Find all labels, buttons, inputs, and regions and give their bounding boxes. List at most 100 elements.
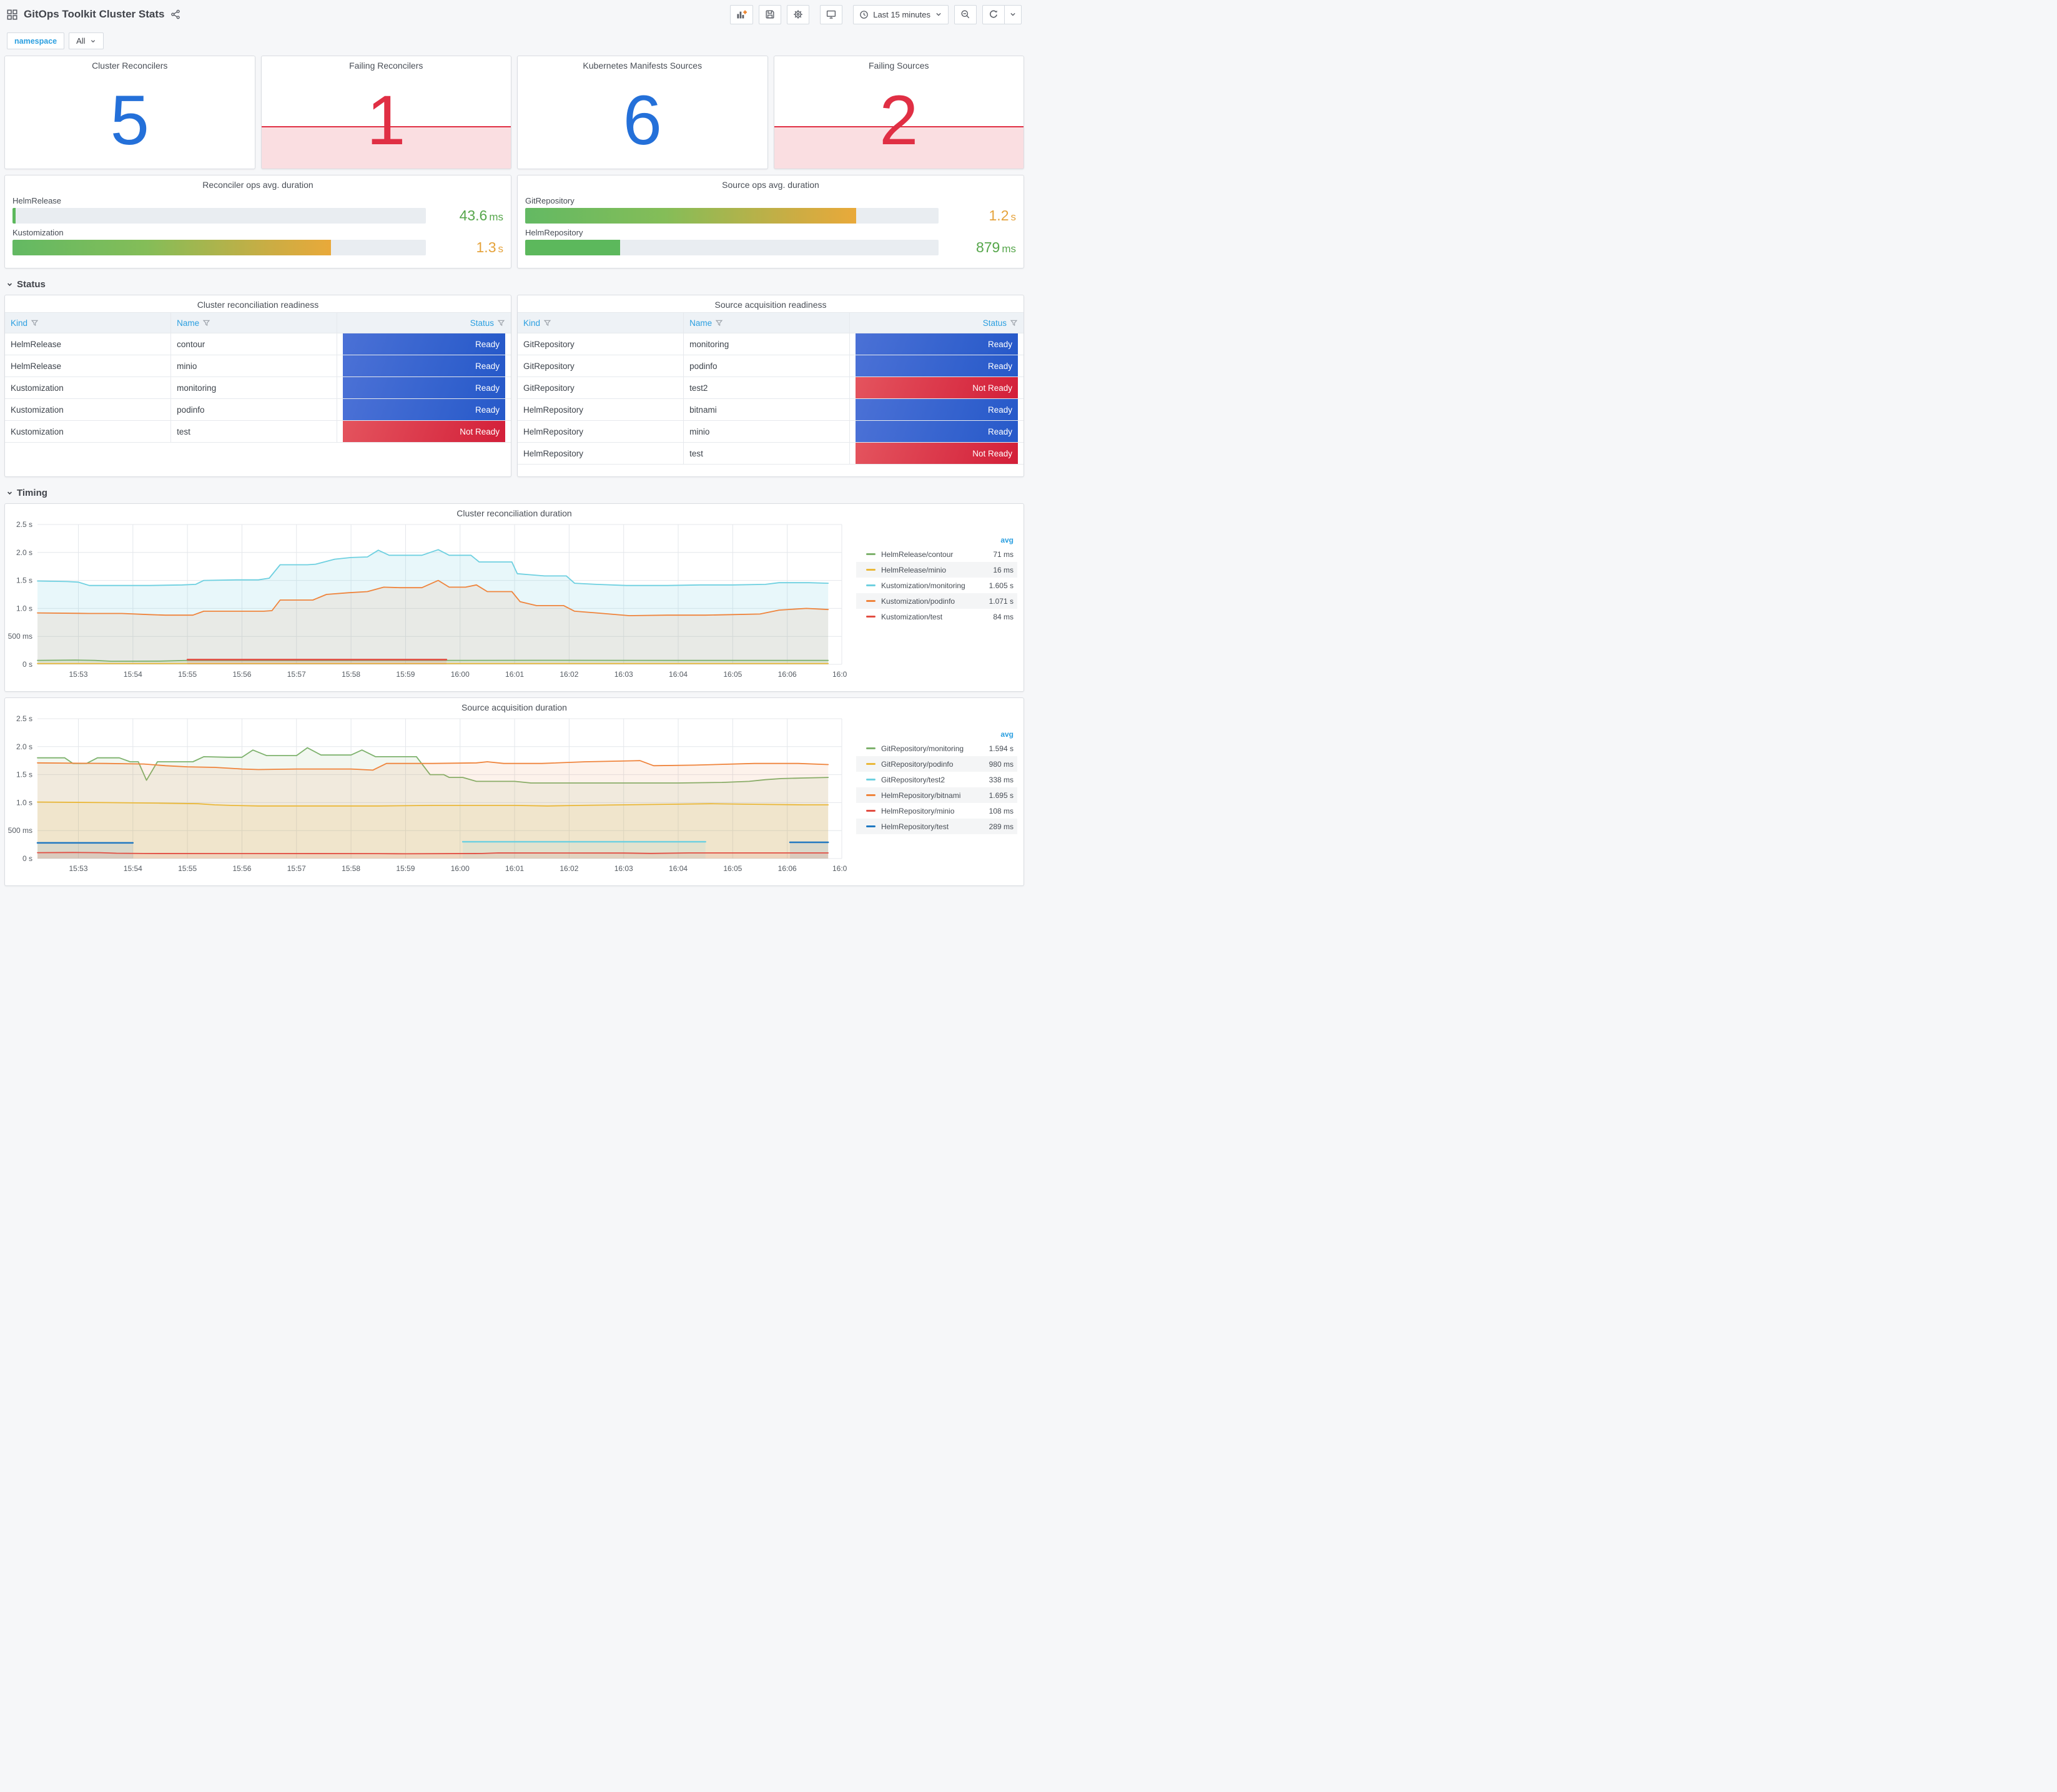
variable-value-dropdown[interactable]: All [69,32,104,49]
x-axis-tick: 16:04 [669,670,688,679]
cell-name: monitoring [170,377,337,399]
legend-series-name: GitRepository/test2 [881,775,945,784]
legend-item[interactable]: GitRepository/monitoring 1.594 s [856,741,1017,756]
column-header-name[interactable]: Name [170,312,337,333]
y-axis-tick: 2.5 s [16,520,32,529]
zoom-out-time-button[interactable] [954,4,977,24]
legend-avg-header[interactable]: avg [856,729,1017,741]
gauge-track [525,208,939,224]
gauge-panel: Source ops avg. duration GitRepository 1.2… [517,175,1024,268]
legend-series-avg: 1.594 s [989,744,1014,753]
gauge-panel-title[interactable]: Source ops avg. duration [518,175,1024,191]
x-axis-tick: 16:03 [614,864,633,873]
table-row: GitRepository test2 Not Ready [518,377,1024,399]
gauge-body: GitRepository 1.2 s HelmRepository 879 ms [518,191,1024,256]
legend-item[interactable]: HelmRepository/bitnami 1.695 s [856,787,1017,803]
timing-charts: Cluster reconciliation duration 0 s 500 ms… [4,503,1024,886]
gauge-row: 879 ms [525,239,1016,256]
chart-body: 0 s 500 ms 1.0 s 1.5 s 2.0 s 2.5 s 15:53 15:54 1… [5,714,1024,878]
legend-item[interactable]: Kustomization/podinfo 1.071 s [856,593,1017,609]
table-row: GitRepository monitoring Ready [518,333,1024,355]
legend-avg-header[interactable]: avg [856,534,1017,546]
y-axis-tick: 2.0 s [16,742,32,751]
series-color-dash [866,616,876,618]
y-axis-tick: 1.5 s [16,576,32,585]
gauge-value-unit: s [1010,211,1017,223]
legend-series-name: GitRepository/monitoring [881,744,964,753]
stat-panel-title[interactable]: Failing Reconcilers [262,56,511,72]
y-axis-tick: 500 ms [8,826,32,835]
status-badge: Ready [855,355,1018,377]
column-header-label: Kind [523,318,541,328]
legend-item[interactable]: HelmRelease/contour 71 ms [856,546,1017,562]
table-panel-title[interactable]: Cluster reconciliation readiness [5,295,511,311]
cycle-view-mode-button[interactable] [820,4,843,24]
legend-item[interactable]: Kustomization/test 84 ms [856,609,1017,624]
share-icon[interactable] [170,9,180,19]
table-panel-title[interactable]: Source acquisition readiness [518,295,1024,311]
readiness-table-panel: Source acquisition readiness Kind Name Stat… [517,295,1024,477]
refresh-interval-dropdown[interactable] [1005,4,1022,24]
gauge-value-number: 1.3 [476,239,496,255]
chart-title[interactable]: Cluster reconciliation duration [5,504,1024,519]
legend-series-avg: 338 ms [989,775,1014,784]
cell-kind: GitRepository [518,355,684,377]
table-header: Kind Name Status [5,312,511,333]
x-axis-tick: 16:07 [832,670,847,679]
chart-title[interactable]: Source acquisition duration [5,698,1024,714]
gauge-fill [525,240,621,255]
apps-grid-icon[interactable] [7,9,17,20]
stat-value: 2 [879,81,919,159]
legend-item[interactable]: HelmRepository/test 289 ms [856,819,1017,834]
add-panel-button[interactable] [730,4,754,24]
chart-plot-area[interactable]: 0 s 500 ms 1.0 s 1.5 s 2.0 s 2.5 s 15:53 15:54 1… [5,519,856,684]
legend-item[interactable]: GitRepository/podinfo 980 ms [856,756,1017,772]
legend-item[interactable]: Kustomization/monitoring 1.605 s [856,578,1017,593]
refresh-button[interactable] [982,4,1005,24]
x-axis-tick: 15:56 [232,864,251,873]
chevron-down-icon [935,11,942,18]
time-range-picker[interactable]: Last 15 minutes [853,4,949,24]
x-axis-tick: 15:54 [124,864,142,873]
section-header-timing[interactable]: Timing [4,483,1024,503]
gauge-row-label: Kustomization [12,228,64,237]
chart-legend: avg GitRepository/monitoring 1.594 s GitRep… [856,714,1024,878]
gauge-panels-row: Reconciler ops avg. duration HelmRelease 4… [4,175,1024,268]
table-row: HelmRepository bitnami Ready [518,398,1024,421]
legend-item[interactable]: HelmRepository/minio 108 ms [856,803,1017,819]
readiness-table-panel: Cluster reconciliation readiness Kind Name… [4,295,511,477]
column-header-kind[interactable]: Kind [5,312,172,333]
save-icon [765,9,775,19]
x-axis-tick: 16:02 [560,670,578,679]
x-axis-tick: 15:55 [178,864,197,873]
stat-panel-title[interactable]: Cluster Reconcilers [5,56,255,72]
dashboard-settings-button[interactable] [787,4,810,24]
x-axis-tick: 16:05 [723,864,742,873]
legend-item[interactable]: HelmRelease/minio 16 ms [856,562,1017,578]
status-badge: Ready [342,399,505,420]
page-title: GitOps Toolkit Cluster Stats [24,8,165,20]
legend-item[interactable]: GitRepository/test2 338 ms [856,772,1017,787]
column-header-kind[interactable]: Kind [518,312,684,333]
save-dashboard-button[interactable] [759,4,782,24]
legend-series-avg: 289 ms [989,822,1014,831]
column-header-status[interactable]: Status [337,312,511,333]
x-axis-tick: 15:53 [69,864,87,873]
stat-panel: Failing Reconcilers 1 [260,56,511,169]
y-axis-tick: 0 s [22,854,32,863]
cell-name: test [683,442,850,465]
section-header-status[interactable]: Status [4,274,1024,295]
chart-svg: 0 s 500 ms 1.0 s 1.5 s 2.0 s 2.5 s 15:53 15:54 1… [8,520,852,679]
gauge-panel-title[interactable]: Reconciler ops avg. duration [5,175,511,191]
x-axis-tick: 16:00 [451,670,470,679]
y-axis-tick: 500 ms [8,632,32,641]
column-header-name[interactable]: Name [683,312,850,333]
column-header-status[interactable]: Status [849,312,1024,333]
series-color-dash [866,779,876,780]
cell-status: Ready [337,355,511,377]
stat-panel-title[interactable]: Failing Sources [774,56,1024,72]
series-color-dash [866,569,876,571]
chart-plot-area[interactable]: 0 s 500 ms 1.0 s 1.5 s 2.0 s 2.5 s 15:53 15:54 1… [5,714,856,878]
stat-panel-title[interactable]: Kubernetes Manifests Sources [518,56,767,72]
timeseries-panel: Source acquisition duration 0 s 500 ms 1.0 … [4,697,1024,886]
